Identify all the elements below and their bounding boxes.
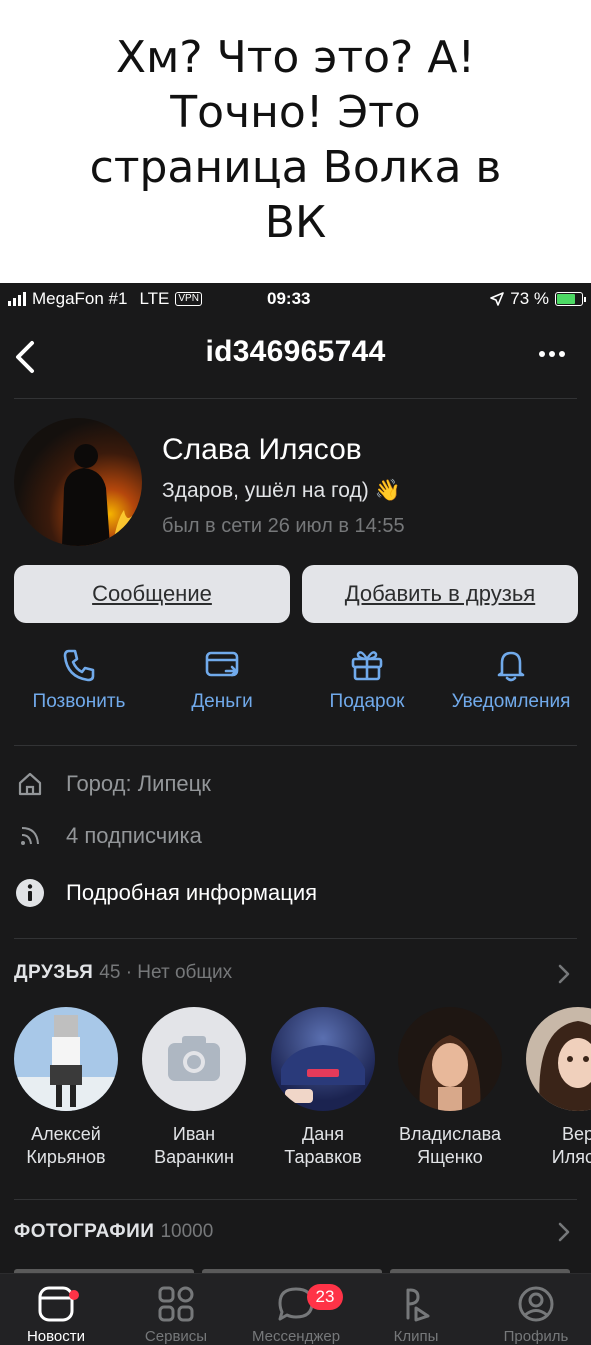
friends-header[interactable]: ДРУЗЬЯ 45 · Нет общих: [14, 962, 232, 984]
friends-title: ДРУЗЬЯ: [14, 962, 94, 983]
friends-carousel: Алексей Кирьянов Иван Варанкин Даня Таравко…: [0, 1007, 591, 1177]
city-text: Город: Липецк: [66, 771, 211, 796]
friend-card[interactable]: Алексей Кирьянов: [1, 1007, 131, 1169]
action-label: Позвонить: [32, 691, 126, 712]
friend-avatar: [14, 1007, 118, 1111]
last-seen: был в сети 26 июл в 14:55: [162, 515, 405, 537]
friend-avatar: [526, 1007, 591, 1111]
info-icon: [16, 879, 44, 907]
tab-services[interactable]: Сервисы: [117, 1284, 235, 1345]
vpn-badge: VPN: [175, 292, 202, 306]
status-bar: MegaFon #1 LTE VPN 09:33 73 %: [0, 283, 591, 315]
friend-card[interactable]: Вер Илясо: [513, 1007, 591, 1169]
gift-action[interactable]: Подарок: [292, 645, 442, 713]
location-icon: [490, 292, 505, 306]
call-action[interactable]: Позвонить: [4, 645, 154, 713]
meme-caption: Хм? Что это? А! Точно! Это страница Волк…: [0, 0, 591, 283]
friend-card[interactable]: Владислава Ященко: [385, 1007, 515, 1169]
divider: [14, 745, 577, 746]
carrier-name: MegaFon #1: [32, 289, 128, 308]
tab-label: Клипы: [393, 1328, 439, 1345]
gift-icon: [351, 651, 383, 681]
friend-last-name: Кирьянов: [26, 1147, 106, 1167]
friend-first-name: Владислава: [399, 1124, 501, 1144]
tab-messenger[interactable]: 23 Мессенджер: [237, 1284, 355, 1345]
profile-name: Слава Илясов: [162, 433, 362, 466]
bell-icon: [497, 651, 525, 682]
action-label: Уведомления: [451, 691, 571, 712]
phone-icon: [63, 649, 95, 682]
more-options-icon[interactable]: [539, 351, 565, 357]
friend-last-name: Таравков: [284, 1147, 362, 1167]
followers-row[interactable]: 4 подписчика: [14, 820, 202, 852]
money-action[interactable]: Деньги: [147, 645, 297, 713]
home-icon: [18, 772, 42, 796]
battery-icon: [555, 292, 586, 306]
details-row[interactable]: Подробная информация: [14, 877, 317, 909]
money-icon: [205, 651, 239, 677]
chevron-right-icon[interactable]: [557, 963, 571, 985]
action-label: Деньги: [191, 691, 253, 712]
profile-status: Здаров, ушёл на год) 👋: [162, 479, 401, 502]
friend-first-name: Иван: [172, 1124, 216, 1144]
navigation-bar: id346965744: [0, 315, 591, 399]
battery-percent: 73 %: [510, 289, 549, 308]
photos-title: ФОТОГРАФИИ: [14, 1221, 155, 1242]
add-friend-button[interactable]: Добавить в друзья: [302, 565, 578, 623]
friend-card[interactable]: Иван Варанкин: [129, 1007, 259, 1169]
friend-card[interactable]: Даня Таравков: [258, 1007, 388, 1169]
tab-clips[interactable]: Клипы: [357, 1284, 475, 1345]
message-button[interactable]: Сообщение: [14, 565, 290, 623]
clips-icon: [406, 1288, 430, 1322]
camera-icon: [168, 1036, 220, 1081]
divider: [14, 938, 577, 939]
avatar-silhouette: [62, 444, 133, 546]
services-icon: [158, 1286, 194, 1322]
chevron-right-icon[interactable]: [557, 1221, 571, 1243]
divider: [14, 398, 577, 399]
friend-avatar: [142, 1007, 246, 1111]
friend-last-name: Илясо: [551, 1147, 591, 1167]
friend-avatar: [398, 1007, 502, 1111]
photos-header[interactable]: ФОТОГРАФИИ 10000: [14, 1221, 213, 1243]
caption-line: страница Волка в: [89, 142, 502, 193]
caption-line: Точно! Это: [170, 87, 421, 138]
action-label: Подарок: [329, 691, 405, 712]
rss-icon: [21, 827, 39, 845]
page-title: id346965744: [205, 335, 386, 368]
network-type: LTE: [139, 289, 170, 308]
friend-first-name: Вер: [561, 1124, 591, 1144]
tab-label: Сервисы: [144, 1328, 208, 1345]
details-text: Подробная информация: [66, 880, 318, 905]
profile-avatar[interactable]: [14, 418, 142, 546]
notifications-action[interactable]: Уведомления: [436, 645, 586, 713]
friend-last-name: Варанкин: [154, 1147, 234, 1167]
quick-actions: Позвонить Деньги Подарок Уведомления: [0, 645, 591, 725]
tab-label: Новости: [26, 1328, 86, 1345]
vk-profile-screen: MegaFon #1 LTE VPN 09:33 73 % id34696574…: [0, 283, 591, 1345]
signal-icon: [8, 292, 26, 306]
caption-line: ВК: [264, 197, 327, 248]
clock: 09:33: [267, 289, 311, 308]
tab-news[interactable]: Новости: [0, 1284, 115, 1345]
bottom-tab-bar: Новости Сервисы 23 Мессенджер Клипы Проф…: [0, 1273, 591, 1345]
friend-first-name: Даня: [302, 1124, 344, 1144]
unread-badge: 23: [307, 1284, 343, 1310]
photos-count: 10000: [160, 1221, 214, 1242]
caption-line: Хм? Что это? А!: [115, 32, 476, 83]
tab-label: Мессенджер: [251, 1328, 341, 1345]
divider: [14, 1199, 577, 1200]
unread-dot: [69, 1290, 79, 1300]
profile-icon: [518, 1286, 554, 1322]
city-row: Город: Липецк: [14, 768, 211, 800]
friends-count: 45 · Нет общих: [99, 962, 233, 983]
tab-label: Профиль: [503, 1328, 569, 1345]
friend-avatar: [271, 1007, 375, 1111]
followers-text: 4 подписчика: [66, 823, 202, 848]
tab-profile[interactable]: Профиль: [477, 1284, 591, 1345]
friend-first-name: Алексей: [31, 1124, 101, 1144]
friend-last-name: Ященко: [417, 1147, 483, 1167]
